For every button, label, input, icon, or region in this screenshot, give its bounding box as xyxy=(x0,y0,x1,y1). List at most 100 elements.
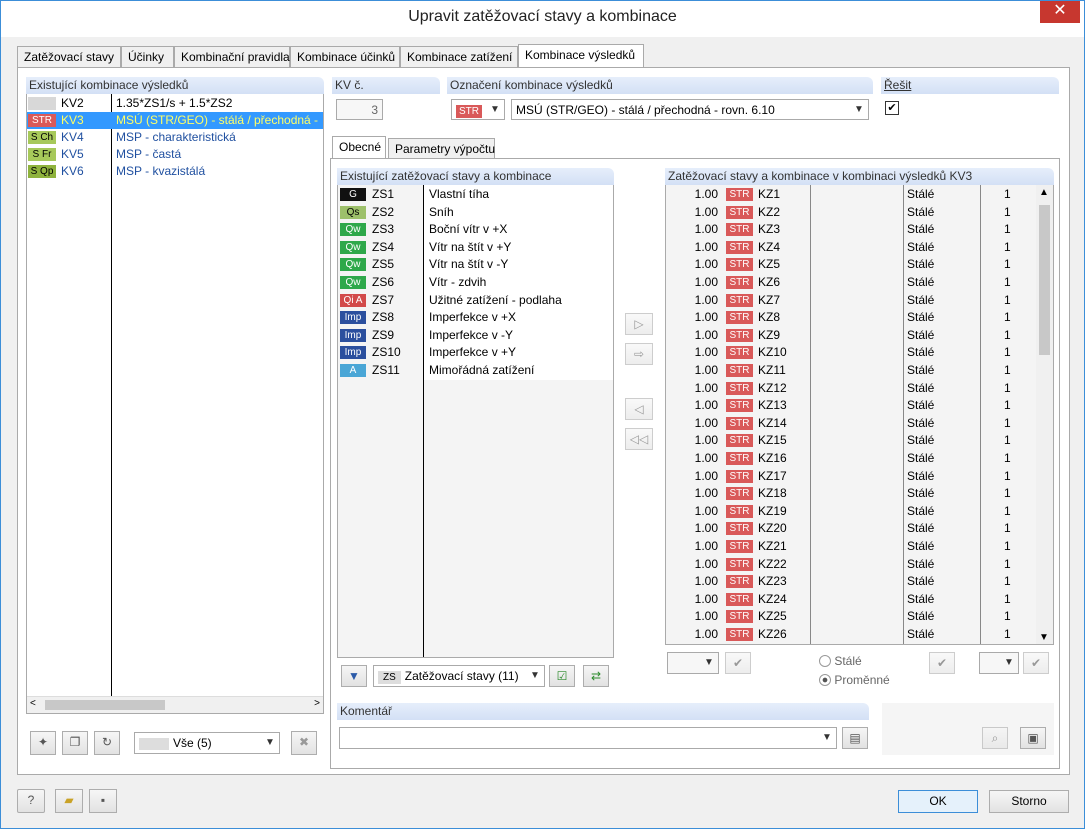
category-badge: STR xyxy=(726,504,753,518)
table-row[interactable]: 1.00 STR KZ3 Stálé 1 xyxy=(666,221,1036,238)
list-item[interactable]: S Ch KV4 MSP - charakteristická xyxy=(27,129,323,146)
table-row[interactable]: 1.00 STR KZ14 Stálé 1 xyxy=(666,415,1036,432)
remove-button[interactable]: ◁ xyxy=(625,398,653,420)
save-button[interactable]: ▪ xyxy=(89,789,117,813)
radio-stale[interactable]: Stálé xyxy=(819,654,862,668)
tab-kombinace-ucinku[interactable]: Kombinace účinků xyxy=(290,46,400,67)
table-row[interactable]: G ZS1 Vlastní tíha xyxy=(338,186,613,203)
apply-type-button[interactable]: ✔ xyxy=(929,652,955,674)
select-all-button[interactable]: ☑ xyxy=(549,665,575,687)
category-combobox[interactable]: STR ▼ xyxy=(451,99,505,120)
table-row[interactable]: 1.00 STR KZ20 Stálé 1 xyxy=(666,520,1036,537)
graphics-icon: ▣ xyxy=(1027,731,1039,745)
table-row[interactable]: 1.00 STR KZ8 Stálé 1 xyxy=(666,309,1036,326)
details-button[interactable]: ⌕ xyxy=(982,727,1008,749)
table-row[interactable]: Qs ZS2 Sníh xyxy=(338,204,613,221)
comment-library-button[interactable]: ▤ xyxy=(842,727,868,749)
table-row[interactable]: 1.00 STR KZ12 Stálé 1 xyxy=(666,380,1036,397)
open-button[interactable]: ▰ xyxy=(55,789,83,813)
table-row[interactable]: 1.00 STR KZ26 Stálé 1 xyxy=(666,626,1036,643)
list-item[interactable]: STR KV3 MSÚ (STR/GEO) - stálá / přechodná … xyxy=(27,112,323,129)
tab-zatezovaci-stavy[interactable]: Zatěžovací stavy xyxy=(17,46,121,67)
table-row[interactable]: Imp ZS9 Imperfekce v -Y xyxy=(338,327,613,344)
delete-button[interactable]: ✖ xyxy=(291,731,317,755)
table-row[interactable]: 1.00 STR KZ7 Stálé 1 xyxy=(666,292,1036,309)
graphics-button[interactable]: ▣ xyxy=(1020,727,1046,749)
table-row[interactable]: 1.00 STR KZ10 Stálé 1 xyxy=(666,344,1036,361)
table-row[interactable]: Imp ZS10 Imperfekce v +Y xyxy=(338,344,613,361)
cancel-button[interactable]: Storno xyxy=(989,790,1069,813)
apply-factor-button[interactable]: ✔ xyxy=(725,652,751,674)
scroll-up-icon[interactable]: ▲ xyxy=(1039,187,1049,198)
add-with-factor-button[interactable]: ⇨ xyxy=(625,343,653,365)
remove-all-button[interactable]: ◁◁ xyxy=(625,428,653,450)
scroll-thumb[interactable] xyxy=(1039,205,1050,355)
horizontal-scrollbar[interactable]: < > xyxy=(27,696,323,713)
add-button[interactable]: ▷ xyxy=(625,313,653,335)
kv-number-field[interactable]: 3 xyxy=(336,99,383,120)
list-item[interactable]: S Fr KV5 MSP - častá xyxy=(27,146,323,163)
table-row[interactable]: Qw ZS4 Vítr na štít v +Y xyxy=(338,239,613,256)
table-row[interactable]: 1.00 STR KZ23 Stálé 1 xyxy=(666,573,1036,590)
table-row[interactable]: 1.00 STR KZ9 Stálé 1 xyxy=(666,327,1036,344)
table-row[interactable]: 1.00 STR KZ13 Stálé 1 xyxy=(666,397,1036,414)
tab-parametry-vypoctu[interactable]: Parametry výpočtu xyxy=(388,138,495,158)
table-row[interactable]: A ZS11 Mimořádná zatížení xyxy=(338,362,613,379)
category-badge: STR xyxy=(726,205,753,219)
group-combobox[interactable]: ▼ xyxy=(979,652,1019,674)
tab-kombinace-vysledku[interactable]: Kombinace výsledků xyxy=(518,44,644,68)
table-row[interactable]: 1.00 STR KZ25 Stálé 1 xyxy=(666,608,1036,625)
scroll-down-icon[interactable]: ▼ xyxy=(1039,632,1049,643)
list-item[interactable]: KV2 1.35*ZS1/s + 1.5*ZS2 xyxy=(27,95,323,112)
table-row[interactable]: 1.00 STR KZ18 Stálé 1 xyxy=(666,485,1036,502)
new-combination-button[interactable]: ✦ xyxy=(30,731,56,755)
tab-kombinace-zatizeni[interactable]: Kombinace zatížení xyxy=(400,46,518,67)
table-row[interactable]: 1.00 STR KZ17 Stálé 1 xyxy=(666,468,1036,485)
list-item[interactable]: S Qp KV6 MSP - kvazistálá xyxy=(27,163,323,180)
load-cases-list[interactable]: G ZS1 Vlastní tíha Qs ZS2 Sníh Qw ZS3 Boční vítr… xyxy=(337,185,614,658)
designation-label: Označení kombinace výsledků xyxy=(447,77,873,94)
renumber-button[interactable]: ↻ xyxy=(94,731,120,755)
table-row[interactable]: 1.00 STR KZ1 Stálé 1 xyxy=(666,186,1036,203)
table-row[interactable]: Imp ZS8 Imperfekce v +X xyxy=(338,309,613,326)
category-badge xyxy=(28,97,56,110)
filter-combobox[interactable]: Vše (5) ▼ xyxy=(134,732,280,754)
radio-promenne[interactable]: Proměnné xyxy=(819,673,890,687)
toggle-selection-button[interactable]: ⇄ xyxy=(583,665,609,687)
result-combination-list[interactable]: KV2 1.35*ZS1/s + 1.5*ZS2 STR KV3 MSÚ (STR/GE… xyxy=(26,94,324,714)
table-row[interactable]: 1.00 STR KZ21 Stálé 1 xyxy=(666,538,1036,555)
table-row[interactable]: Qw ZS5 Vítr na štít v -Y xyxy=(338,256,613,273)
table-row[interactable]: 1.00 STR KZ16 Stálé 1 xyxy=(666,450,1036,467)
scroll-thumb[interactable] xyxy=(45,700,165,710)
vertical-scrollbar[interactable]: ▲ ▼ xyxy=(1036,185,1053,644)
scroll-left-icon[interactable]: < xyxy=(30,698,36,709)
table-row[interactable]: 1.00 STR KZ11 Stálé 1 xyxy=(666,362,1036,379)
designation-combobox[interactable]: MSÚ (STR/GEO) - stálá / přechodná - rovn… xyxy=(511,99,869,120)
close-button[interactable]: ✕ xyxy=(1040,1,1080,23)
ok-button[interactable]: OK xyxy=(898,790,978,813)
table-row[interactable]: Qi A ZS7 Užitné zatížení - podlaha xyxy=(338,292,613,309)
comment-combobox[interactable]: ▼ xyxy=(339,727,837,749)
table-row[interactable]: 1.00 STR KZ6 Stálé 1 xyxy=(666,274,1036,291)
table-row[interactable]: 1.00 STR KZ22 Stálé 1 xyxy=(666,556,1036,573)
table-row[interactable]: 1.00 STR KZ15 Stálé 1 xyxy=(666,432,1036,449)
tab-obecne[interactable]: Obecné xyxy=(332,136,386,158)
table-row[interactable]: 1.00 STR KZ4 Stálé 1 xyxy=(666,239,1036,256)
table-row[interactable]: 1.00 STR KZ19 Stálé 1 xyxy=(666,503,1036,520)
tab-kombinacni-pravidla[interactable]: Kombinační pravidla xyxy=(174,46,290,67)
copy-combination-button[interactable]: ❐ xyxy=(62,731,88,755)
apply-group-button[interactable]: ✔ xyxy=(1023,652,1049,674)
table-row[interactable]: 1.00 STR KZ2 Stálé 1 xyxy=(666,204,1036,221)
filter-button[interactable]: ▼ xyxy=(341,665,367,687)
table-row[interactable]: Qw ZS6 Vítr - zdvih xyxy=(338,274,613,291)
tab-ucinky[interactable]: Účinky xyxy=(121,46,174,67)
load-case-type-combobox[interactable]: ZS Zatěžovací stavy (11) ▼ xyxy=(373,665,545,687)
factor-combobox[interactable]: ▼ xyxy=(667,652,719,674)
scroll-right-icon[interactable]: > xyxy=(314,698,320,709)
table-row[interactable]: 1.00 STR KZ5 Stálé 1 xyxy=(666,256,1036,273)
table-row[interactable]: 1.00 STR KZ24 Stálé 1 xyxy=(666,591,1036,608)
table-row[interactable]: Qw ZS3 Boční vítr v +X xyxy=(338,221,613,238)
solve-checkbox[interactable]: ✔ xyxy=(885,101,899,115)
help-button[interactable]: ? xyxy=(17,789,45,813)
combination-contents-list[interactable]: 1.00 STR KZ1 Stálé 1 1.00 STR KZ2 Stálé 1 1.00 STR K… xyxy=(665,185,1054,645)
